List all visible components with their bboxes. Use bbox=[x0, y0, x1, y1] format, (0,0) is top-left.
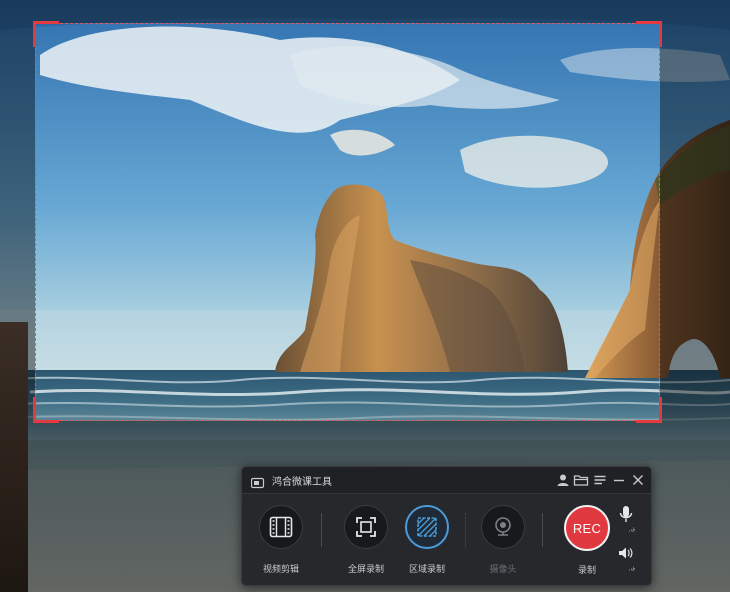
video-edit-label: 视频剪辑 bbox=[262, 565, 299, 575]
title-bar[interactable]: 鸿合微课工具 bbox=[242, 467, 651, 494]
video-edit-button[interactable]: 视频剪辑 bbox=[251, 505, 311, 575]
record-label: 录制 bbox=[577, 566, 596, 576]
resize-handle-bottom-left[interactable] bbox=[33, 397, 59, 423]
resize-handle-top-right[interactable] bbox=[636, 21, 662, 47]
toolbar-divider bbox=[321, 513, 322, 547]
rec-button-face[interactable]: REC bbox=[564, 505, 610, 551]
webcam-icon bbox=[481, 505, 525, 549]
toolbar-divider bbox=[542, 513, 543, 547]
resize-handle-top-left[interactable] bbox=[33, 21, 59, 47]
close-icon[interactable] bbox=[630, 472, 646, 488]
area-record-button[interactable]: 区域录制 bbox=[397, 505, 457, 575]
app-icon bbox=[250, 474, 265, 489]
resize-handle-bottom-right[interactable] bbox=[636, 397, 662, 423]
fullscreen-icon bbox=[344, 505, 388, 549]
region-scene bbox=[35, 23, 660, 421]
app-title: 鸿合微课工具 bbox=[272, 477, 332, 488]
recorder-panel[interactable]: 鸿合微课工具 视频剪辑 全屏录制 区域录制 摄像头 REC 录制 bbox=[241, 466, 652, 586]
webcam-label: 摄像头 bbox=[489, 565, 517, 575]
fullscreen-record-label: 全屏录制 bbox=[347, 565, 384, 575]
microphone-control[interactable] bbox=[616, 505, 636, 533]
video-edit-icon bbox=[259, 505, 303, 549]
fullscreen-record-button[interactable]: 全屏录制 bbox=[336, 505, 396, 575]
speaker-icon bbox=[619, 547, 635, 571]
speaker-control[interactable] bbox=[616, 546, 636, 574]
toolbar-divider bbox=[465, 513, 467, 547]
webcam-button[interactable]: 摄像头 bbox=[473, 505, 533, 575]
user-icon[interactable] bbox=[555, 472, 571, 488]
area-record-icon bbox=[405, 505, 449, 549]
background-window bbox=[0, 322, 28, 592]
microphone-icon bbox=[619, 506, 635, 532]
menu-icon[interactable] bbox=[592, 472, 608, 488]
minimize-icon[interactable] bbox=[611, 472, 627, 488]
area-record-label: 区域录制 bbox=[408, 565, 445, 575]
folder-icon[interactable] bbox=[573, 472, 589, 488]
capture-region[interactable] bbox=[35, 23, 660, 421]
record-button[interactable]: REC 录制 bbox=[562, 505, 612, 576]
